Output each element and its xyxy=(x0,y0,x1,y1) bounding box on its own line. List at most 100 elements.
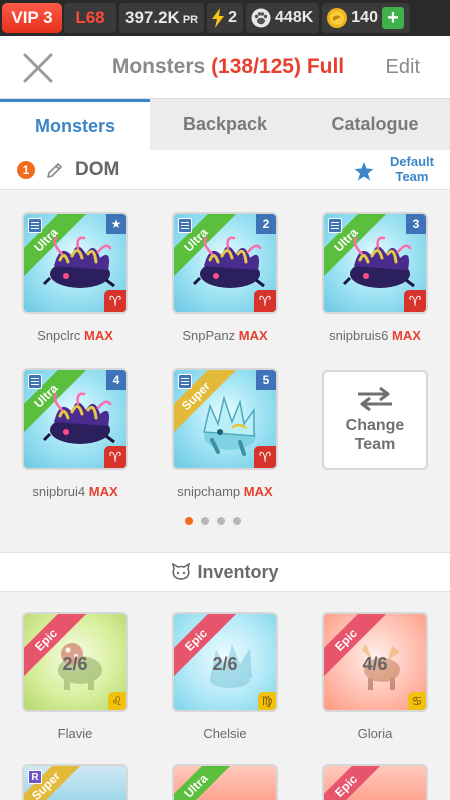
info-icon[interactable] xyxy=(178,218,192,233)
power-rating: 397.2K PR xyxy=(119,3,205,33)
pencil-icon[interactable] xyxy=(46,161,64,184)
inventory-card-2[interactable]: Epic 2/6 ♍ xyxy=(172,612,278,712)
monster-name: SnpPanz xyxy=(182,328,236,343)
rank-badge: R xyxy=(28,770,42,784)
default-team-label[interactable]: Default Team xyxy=(390,154,434,184)
inventory-label-2: Chelsie xyxy=(203,726,247,741)
monster-portrait xyxy=(42,236,116,290)
monster-portrait xyxy=(192,236,266,290)
max-tag: MAX xyxy=(243,484,273,499)
slot-number-badge: 4 xyxy=(106,370,126,390)
inventory-card-4[interactable]: Super R xyxy=(22,764,128,800)
aries-icon: ♈ xyxy=(104,446,126,468)
slot-number-badge: 2 xyxy=(256,214,276,234)
monster-card-2[interactable]: Ultra 2 ♈ xyxy=(172,212,278,314)
tab-monsters[interactable]: Monsters xyxy=(0,99,150,150)
page-dot-3[interactable] xyxy=(217,517,225,525)
monster-name: Snpclrc xyxy=(37,328,81,343)
tab-catalogue[interactable]: Catalogue xyxy=(300,99,450,150)
change-team-button[interactable]: Change Team xyxy=(322,370,428,470)
card-progress: 2/6 xyxy=(212,654,238,674)
max-tag: MAX xyxy=(88,484,118,499)
team-number-badge: 1 xyxy=(17,161,35,179)
monster-card-3[interactable]: Ultra 3 ♈ xyxy=(322,212,428,314)
default-team-line-1: Default xyxy=(389,154,434,169)
inventory-card-5[interactable]: Ultra xyxy=(172,764,278,800)
monster-card-1[interactable]: Ultra ★ ♈ xyxy=(22,212,128,314)
monster-card-4[interactable]: Ultra 4 ♈ xyxy=(22,368,128,470)
inventory-title: Inventory xyxy=(197,561,279,582)
aries-icon: ♈ xyxy=(404,290,426,312)
change-team-line-1: Change xyxy=(345,417,405,434)
monster-name: snipchamp xyxy=(177,484,241,499)
coin-icon xyxy=(326,7,348,29)
monster-name: snipbrui4 xyxy=(32,484,86,499)
energy-value: 2 xyxy=(228,9,238,26)
page-dot-2[interactable] xyxy=(201,517,209,525)
max-tag: MAX xyxy=(84,328,113,343)
vip-badge[interactable]: VIP 3 xyxy=(2,3,62,33)
leo-icon: ♌ xyxy=(108,692,126,710)
slot-star-badge: ★ xyxy=(106,214,126,234)
virgo-icon: ♍ xyxy=(258,692,276,710)
gold-counter[interactable]: 140 + xyxy=(322,3,410,33)
team-row: 1 DOM Default Team xyxy=(0,150,450,190)
rarity-ribbon: Epic xyxy=(324,766,390,800)
monster-label-1: Snpclrc MAX xyxy=(5,328,145,343)
monster-label-2: SnpPanz MAX xyxy=(155,328,295,343)
inventory-card-1[interactable]: Epic 2/6 ♌ xyxy=(22,612,128,712)
monster-label-4: snipbrui4 MAX xyxy=(5,484,145,499)
info-icon[interactable] xyxy=(28,374,42,389)
tab-backpack[interactable]: Backpack xyxy=(150,99,300,150)
inventory-card-6[interactable]: Epic xyxy=(322,764,428,800)
info-icon[interactable] xyxy=(328,218,342,233)
change-team-label: Change Team xyxy=(346,416,405,454)
card-progress: 2/6 xyxy=(62,654,88,674)
monster-label-5: snipchamp MAX xyxy=(155,484,295,499)
aries-icon: ♈ xyxy=(254,290,276,312)
monster-count: (138/125) xyxy=(211,55,301,78)
lightning-icon xyxy=(211,8,225,28)
info-icon[interactable] xyxy=(28,218,42,233)
team-name[interactable]: DOM xyxy=(75,159,119,181)
monster-portrait xyxy=(42,392,116,446)
inventory-card-3[interactable]: Epic 4/6 ♋ xyxy=(322,612,428,712)
monster-face-icon xyxy=(172,563,191,580)
power-unit: PR xyxy=(182,14,199,26)
max-tag: MAX xyxy=(392,328,421,343)
monster-card-5[interactable]: Super 5 ♈ xyxy=(172,368,278,470)
inventory-label-1: Flavie xyxy=(57,726,93,741)
power-value: 397.2K xyxy=(125,8,180,27)
page-dot-1[interactable] xyxy=(185,517,193,525)
tab-bar: Monsters Backpack Catalogue xyxy=(0,98,450,150)
edit-button[interactable]: Edit xyxy=(386,56,420,79)
inventory-header: Inventory xyxy=(0,552,450,592)
aries-icon: ♈ xyxy=(254,446,276,468)
status-bar: VIP 3 L68 397.2K PR 2 448K 140 + xyxy=(0,0,450,36)
food-counter[interactable]: 448K xyxy=(246,3,320,33)
monster-label-3: snipbruis6 MAX xyxy=(305,328,445,343)
energy-counter[interactable]: 2 xyxy=(207,3,244,33)
rarity-ribbon: Ultra xyxy=(174,766,240,800)
add-gold-button[interactable]: + xyxy=(381,7,404,29)
monster-name: snipbruis6 xyxy=(329,328,389,343)
star-icon[interactable] xyxy=(354,162,374,186)
page-title-text: Monsters xyxy=(111,55,206,78)
cancer-icon: ♋ xyxy=(408,692,426,710)
gold-value: 140 xyxy=(351,9,378,26)
page-indicator xyxy=(185,517,241,525)
food-value: 448K xyxy=(275,9,314,26)
swap-arrows-icon xyxy=(358,386,392,412)
max-tag: MAX xyxy=(238,328,268,343)
slot-number-badge: 5 xyxy=(256,370,276,390)
player-level: L68 xyxy=(64,3,116,33)
change-team-line-2: Team xyxy=(354,436,396,453)
page-header: Monsters (138/125) Full Edit xyxy=(0,36,450,98)
slot-number-badge: 3 xyxy=(406,214,426,234)
info-icon[interactable] xyxy=(178,374,192,389)
default-team-line-2: Team xyxy=(395,169,429,184)
full-indicator: Full xyxy=(306,55,345,78)
card-progress: 4/6 xyxy=(362,654,388,674)
page-dot-4[interactable] xyxy=(233,517,241,525)
page-title: Monsters (138/125) Full xyxy=(0,55,450,79)
